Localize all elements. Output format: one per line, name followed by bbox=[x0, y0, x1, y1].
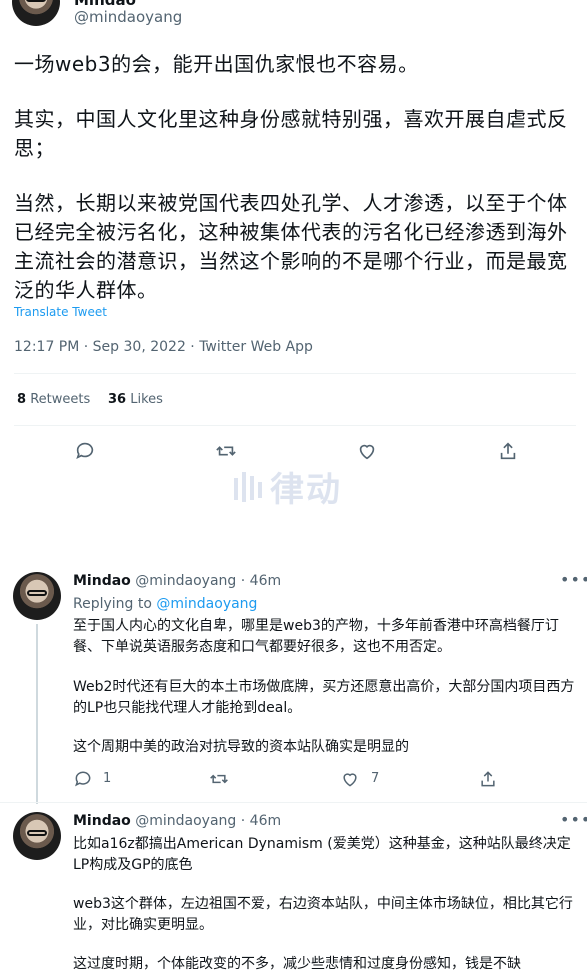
reply1-share-icon[interactable] bbox=[478, 769, 498, 789]
reply1-paragraph-1: 至于国人内心的文化自卑，哪里是web3的产物，十多年前香港中环高档餐厅订餐、下单… bbox=[73, 618, 559, 655]
reply1-paragraph-2: Web2时代还有巨大的本土市场做底牌，买方还愿意出高价，大部分国内项目西方的LP… bbox=[73, 679, 575, 716]
likes-count: 36 bbox=[108, 392, 127, 407]
main-author-handle[interactable]: @mindaoyang bbox=[74, 8, 182, 26]
translate-tweet-link[interactable]: Translate Tweet bbox=[14, 305, 107, 319]
reply1-handle-time[interactable]: @mindaoyang · 46m bbox=[135, 573, 281, 589]
main-tweet-paragraph-2: 其实，中国人文化里这种身份感就特别强，喜欢开展自虐式反思； bbox=[14, 107, 568, 160]
divider-bottom bbox=[14, 425, 576, 426]
reply2-handle-time[interactable]: @mindaoyang · 46m bbox=[135, 813, 281, 829]
reply2-author-name[interactable]: Mindao bbox=[73, 813, 131, 829]
reply1-paragraph-3: 这个周期中美的政治对抗导致的资本站队确实是明显的 bbox=[73, 739, 409, 755]
reply1-retweet-icon[interactable] bbox=[208, 769, 230, 789]
divider-top bbox=[14, 373, 576, 374]
retweets-label: Retweets bbox=[30, 392, 91, 407]
retweet-icon[interactable] bbox=[214, 440, 238, 462]
reply1-reply-icon[interactable] bbox=[73, 769, 93, 789]
main-tweet-paragraph-1: 一场web3的会，能开出国仇家恨也不容易。 bbox=[14, 52, 419, 76]
replying-prefix: Replying to bbox=[73, 596, 152, 612]
like-icon[interactable] bbox=[356, 440, 378, 462]
retweets-count: 8 bbox=[17, 392, 27, 407]
reply2-paragraph-1: 比如a16z都搞出American Dynamism (爱美党）这种基金，这种站… bbox=[73, 836, 571, 873]
main-author-avatar[interactable] bbox=[12, 0, 60, 26]
retweets-stat[interactable]: 8 Retweets bbox=[17, 392, 90, 407]
reply-divider bbox=[0, 802, 587, 803]
glasses-shape bbox=[27, 590, 47, 596]
reply1-more-icon[interactable]: ••• bbox=[560, 570, 587, 589]
glasses-shape bbox=[27, 830, 47, 836]
reply1-reply-count: 1 bbox=[103, 771, 112, 786]
reply2-paragraph-2: web3这个群体，左边祖国不爱，右边资本站队，中间主体市场缺位，相比其它行业，对… bbox=[73, 896, 573, 933]
reply1-header: Mindao @mindaoyang · 46m bbox=[73, 573, 281, 589]
share-icon[interactable] bbox=[497, 440, 519, 462]
reply1-thread-line bbox=[36, 624, 38, 804]
tweet-timestamp[interactable]: 12:17 PM · Sep 30, 2022 · Twitter Web Ap… bbox=[14, 339, 313, 355]
reply1-like-icon[interactable] bbox=[340, 769, 360, 789]
watermark-logo-icon bbox=[234, 471, 262, 502]
reply2-avatar[interactable] bbox=[13, 812, 61, 860]
reply-icon[interactable] bbox=[74, 440, 96, 462]
replying-handle-link[interactable]: @mindaoyang bbox=[156, 596, 257, 612]
watermark: 律动 bbox=[232, 462, 342, 511]
reply1-avatar[interactable] bbox=[13, 572, 61, 620]
section-separator bbox=[0, 528, 587, 560]
reply2-more-icon[interactable]: ••• bbox=[560, 810, 587, 829]
watermark-text: 律动 bbox=[270, 470, 342, 510]
reply2-header: Mindao @mindaoyang · 46m bbox=[73, 813, 281, 829]
likes-label: Likes bbox=[130, 392, 163, 407]
glasses-shape bbox=[26, 0, 46, 2]
main-tweet-paragraph-3: 当然，长期以来被党国代表四处孔学、人才渗透，以至于个体已经完全被污名化，这种被集… bbox=[14, 191, 568, 302]
reply2-paragraph-3: 这过度时期，个体能改变的不多，减少些悲情和过度身份感知，钱是不缺 bbox=[73, 956, 521, 972]
reply1-replying-to: Replying to @mindaoyang bbox=[73, 596, 257, 612]
reply1-author-name[interactable]: Mindao bbox=[73, 573, 131, 589]
likes-stat[interactable]: 36 Likes bbox=[108, 392, 163, 407]
reply1-like-count: 7 bbox=[371, 771, 380, 786]
